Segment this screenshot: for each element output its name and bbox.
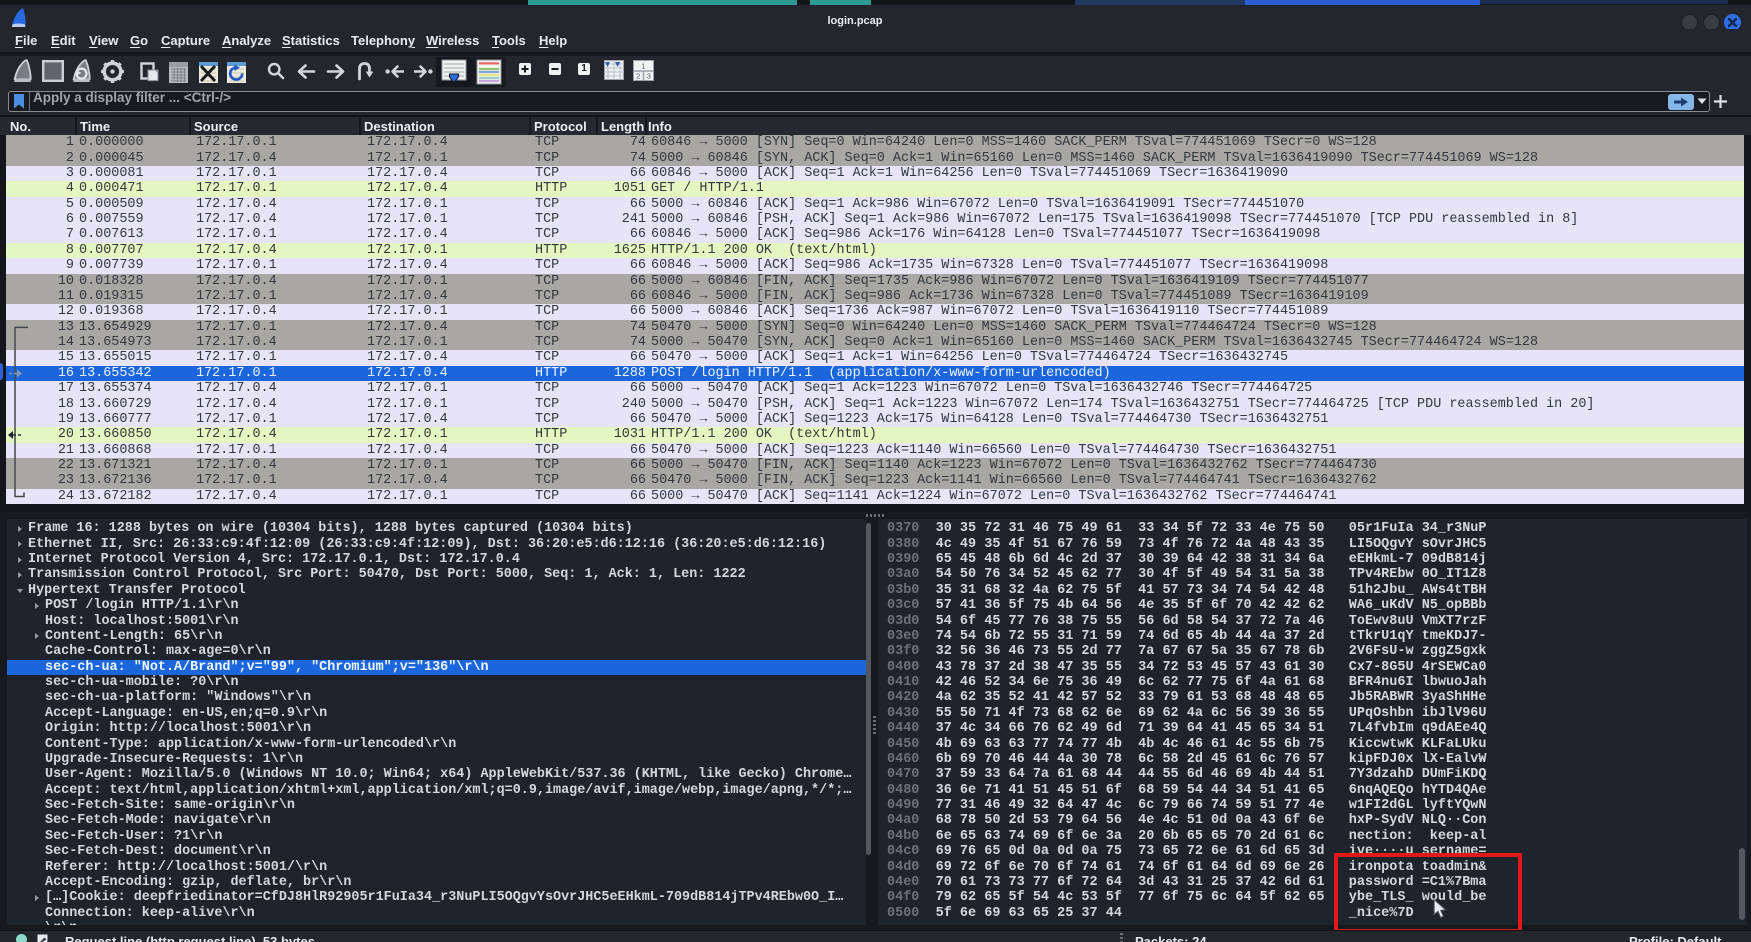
svg-text:3: 3 bbox=[647, 72, 651, 81]
svg-text:2: 2 bbox=[636, 72, 640, 81]
svg-text:1: 1 bbox=[641, 62, 645, 71]
